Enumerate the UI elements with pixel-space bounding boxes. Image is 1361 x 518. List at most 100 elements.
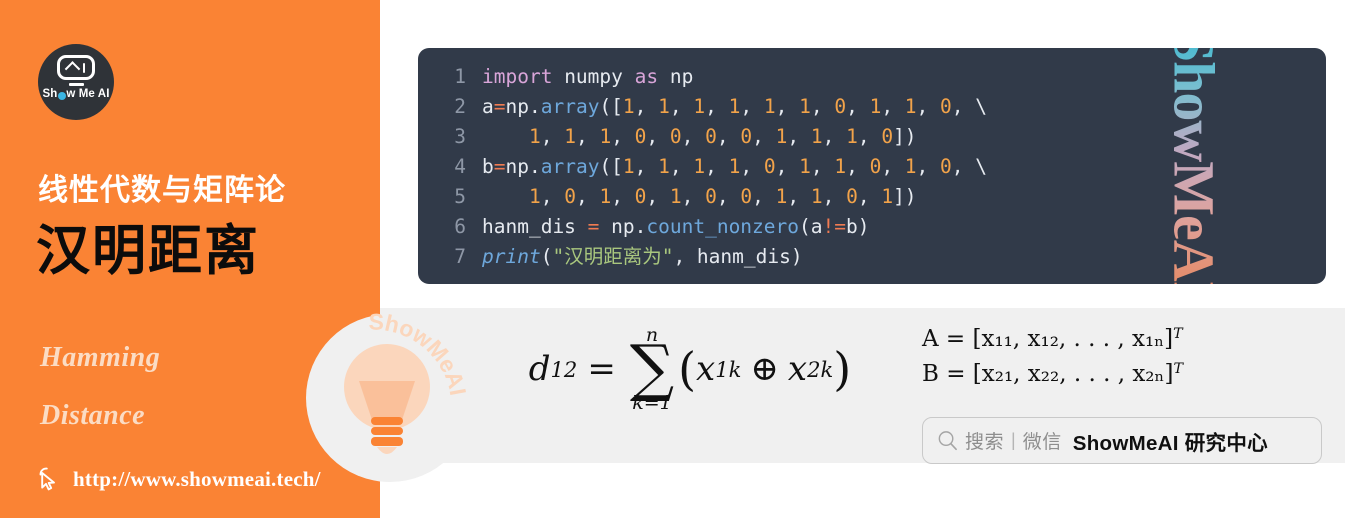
vector-a-line: A = [x₁₁, x₁₂, . . . , x₁ₙ]T	[922, 322, 1183, 357]
formula-equals: =	[587, 349, 616, 390]
code-token: ,	[540, 125, 565, 148]
code-token: ,	[787, 125, 811, 148]
code-token: ,	[740, 155, 764, 178]
code-token: 0	[869, 155, 882, 178]
formula-d: d	[528, 349, 551, 390]
logo-wordmark-post: w Me AI	[66, 87, 110, 100]
code-token: ,	[951, 155, 976, 178]
code-token: ,	[857, 125, 882, 148]
code-token: 0	[846, 185, 858, 208]
vector-b-line: B = [x₂₁, x₂₂, . . . , x₂ₙ]T	[922, 357, 1183, 392]
code-token: 1	[528, 125, 541, 148]
vector-b: B = [x₂₁, x₂₂, . . . , x₂ₙ]	[922, 360, 1174, 387]
code-token: ,	[916, 155, 941, 178]
code-token: ,	[916, 95, 941, 118]
code-token: as	[634, 65, 670, 88]
code-watermark-showmeai: ShowMeAI	[1160, 48, 1227, 284]
code-token: =	[493, 155, 506, 178]
code-token: ,	[646, 185, 670, 208]
code-token: 1	[658, 95, 670, 118]
vector-a: A = [x₁₁, x₁₂, . . . , x₁ₙ]	[922, 326, 1174, 352]
code-token: ,	[846, 95, 870, 118]
wechat-search-badge[interactable]: 搜索 | 微信 ShowMeAI 研究中心	[922, 417, 1322, 464]
code-token: 1	[810, 185, 823, 208]
logo-o-dot-icon	[57, 91, 66, 100]
code-token: ,	[611, 125, 635, 148]
code-token: ,	[752, 185, 776, 208]
code-token: ,	[540, 185, 565, 208]
code-token: ,	[681, 185, 706, 208]
caret-up-icon	[64, 61, 80, 77]
code-token: (	[540, 245, 553, 268]
code-token: 1	[775, 125, 788, 148]
vector-definitions: A = [x₁₁, x₁₂, . . . , x₁ₙ]T B = [x₂₁, x…	[922, 322, 1183, 392]
code-token: 1	[846, 125, 858, 148]
code-token: a	[482, 95, 494, 118]
code-token: ,	[705, 95, 729, 118]
code-token: 0	[940, 95, 952, 118]
code-token: 1	[599, 185, 612, 208]
code-token: 1	[599, 125, 612, 148]
site-url-text: http://www.showmeai.tech/	[73, 466, 321, 491]
code-token: 0	[634, 125, 647, 148]
code-token: ,	[857, 185, 882, 208]
code-token: ,	[716, 125, 741, 148]
code-token: array	[540, 155, 600, 178]
logo-wordmark: Sh w Me AI	[43, 87, 110, 101]
code-token: ,	[775, 155, 800, 178]
formula-x1-sub: 1k	[715, 356, 742, 382]
code-token: ,	[611, 185, 635, 208]
code-token: 1	[669, 185, 682, 208]
code-token: 1	[799, 155, 811, 178]
code-line: 5 1, 0, 1, 0, 1, 0, 0, 1, 1, 0, 1])	[436, 182, 987, 212]
code-token: ,	[846, 155, 870, 178]
code-token: 1	[763, 95, 776, 118]
code-line: 1 import numpy as np	[436, 62, 987, 92]
hamming-formula: d 12 = n ∑ k=1 ( x 1k ⊕ x 2k )	[480, 326, 900, 413]
left-orange-panel: Sh w Me AI 线性代数与矩阵论 汉明距离 Hamming Distanc…	[0, 0, 380, 518]
code-token: ,	[822, 185, 847, 208]
formula-x2: x	[787, 349, 808, 390]
cursor-pointer-icon	[39, 467, 55, 491]
code-token: ,	[705, 155, 729, 178]
code-token: 0	[634, 185, 647, 208]
formula-d-sub: 12	[550, 356, 578, 382]
code-line: 2 a=np.array([1, 1, 1, 1, 1, 1, 0, 1, 1, …	[436, 92, 987, 122]
vector-b-transpose: T	[1173, 361, 1183, 378]
code-token: ,	[634, 95, 659, 118]
code-token: ,	[669, 95, 694, 118]
bar-icon	[82, 62, 86, 73]
code-token: array	[540, 95, 600, 118]
code-line-number: 6	[454, 215, 466, 238]
code-token: ,	[716, 185, 741, 208]
code-token: ,	[575, 125, 600, 148]
code-token: b)	[845, 215, 870, 238]
hamming-formula-expression: d 12 = n ∑ k=1 ( x 1k ⊕ x 2k )	[529, 326, 852, 413]
paren-open: (	[678, 342, 697, 397]
site-url-row[interactable]: http://www.showmeai.tech/	[36, 466, 321, 492]
code-token: ,	[881, 155, 905, 178]
logo-neck	[68, 83, 84, 86]
code-block: 1 import numpy as np 2 a=np.array([1, 1, 1,…	[418, 48, 1326, 284]
code-token: 0	[564, 185, 576, 208]
badge-separator: |	[1011, 430, 1016, 450]
code-content: 1 import numpy as np 2 a=np.array([1, 1, 1,…	[418, 62, 987, 272]
code-token: 0	[740, 185, 753, 208]
code-token: hanm_dis	[482, 215, 588, 238]
code-line: 7 print("汉明距离为", hanm_dis)	[436, 242, 987, 272]
code-token: =	[493, 95, 506, 118]
code-token: 1	[693, 95, 706, 118]
code-token: ,	[681, 125, 706, 148]
code-token: import	[482, 65, 565, 88]
showmeai-logo: Sh w Me AI	[38, 44, 114, 120]
code-line-number: 7	[454, 245, 466, 268]
code-token: 1	[881, 185, 894, 208]
badge-platform-label: 微信	[1022, 432, 1062, 453]
code-token: 1	[775, 185, 788, 208]
code-token: np	[669, 65, 694, 88]
course-title: 线性代数与矩阵论	[38, 174, 286, 207]
badge-account-name: ShowMeAI 研究中心	[1072, 431, 1268, 455]
code-token: ,	[669, 155, 694, 178]
